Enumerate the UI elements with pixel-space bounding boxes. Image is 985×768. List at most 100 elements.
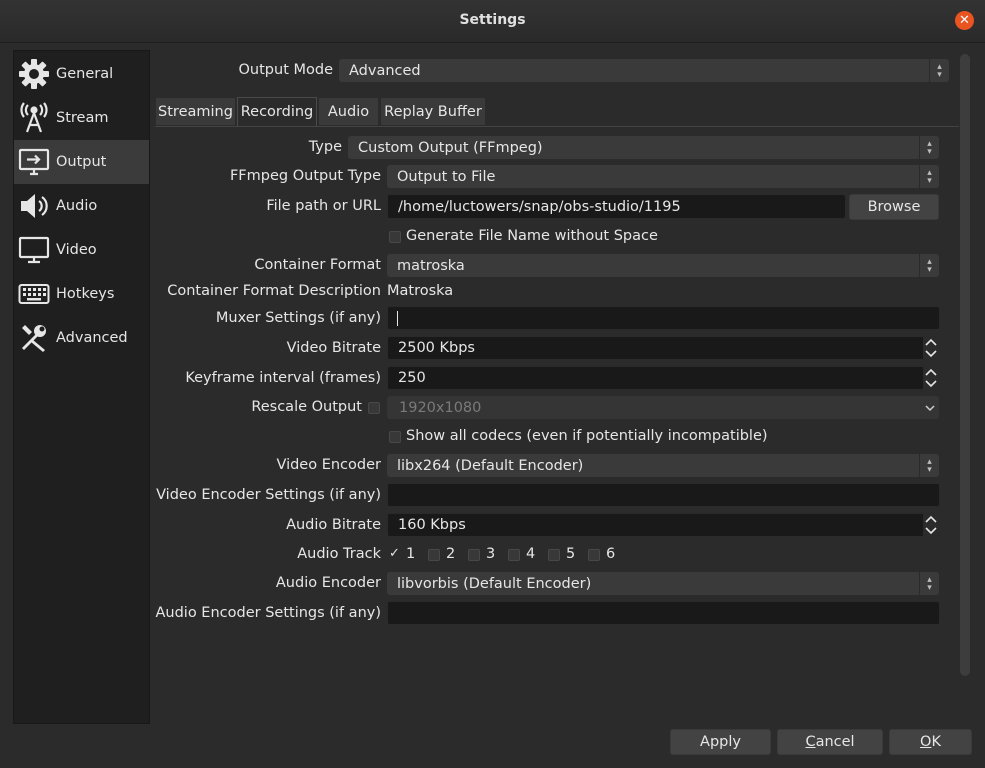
apply-button[interactable]: Apply	[670, 729, 771, 755]
speaker-icon	[17, 189, 51, 223]
video-bitrate-spinbox[interactable]: 2500 Kbps	[387, 336, 940, 360]
sidebar-item-hotkeys[interactable]: Hotkeys	[14, 272, 149, 316]
output-mode-select[interactable]: Advanced ▴ ▾	[339, 59, 949, 82]
audio-track-1-checkbox[interactable]: ✓	[389, 546, 400, 561]
chevron-updown-icon: ▴ ▾	[919, 572, 939, 595]
show-all-codecs-checkbox[interactable]	[389, 431, 401, 443]
video-bitrate-value: 2500 Kbps	[398, 340, 475, 356]
muxer-settings-input[interactable]	[387, 306, 940, 330]
tab-divider	[155, 126, 959, 127]
ok-button[interactable]: OK	[889, 729, 972, 755]
video-encoder-value: libx264 (Default Encoder)	[397, 457, 584, 474]
rescale-output-select[interactable]: 1920x1080	[387, 396, 939, 419]
audio-bitrate-label: Audio Bitrate	[286, 517, 381, 533]
chevron-updown-icon: ▴ ▾	[919, 165, 939, 188]
ffmpeg-output-type-label: FFmpeg Output Type	[229, 168, 381, 184]
type-label: Type	[308, 139, 342, 155]
type-value: Custom Output (FFmpeg)	[358, 139, 543, 156]
video-encoder-select[interactable]: libx264 (Default Encoder) ▴ ▾	[387, 454, 939, 477]
cancel-rest: ancel	[815, 734, 855, 750]
tab-streaming[interactable]: Streaming	[155, 97, 236, 126]
muxer-settings-label: Muxer Settings (if any)	[215, 310, 381, 326]
audio-track-5-label: 5	[566, 546, 576, 562]
video-encoder-label: Video Encoder	[276, 457, 381, 473]
chevron-updown-icon: ▴ ▾	[919, 454, 939, 477]
generate-name-label: Generate File Name without Space	[406, 228, 658, 244]
sidebar-item-audio[interactable]: Audio	[14, 184, 149, 228]
ok-rest: K	[931, 734, 941, 750]
audio-track-6-label: 6	[606, 546, 616, 562]
title-bar: Settings ✕	[0, 0, 985, 43]
video-encoder-settings-input[interactable]	[387, 483, 940, 507]
monitor-icon	[17, 233, 51, 267]
tab-audio[interactable]: Audio	[318, 97, 379, 126]
sidebar-item-general[interactable]: General	[14, 52, 149, 96]
sidebar-item-stream[interactable]: Stream	[14, 96, 149, 140]
browse-button[interactable]: Browse	[849, 194, 939, 220]
window-title: Settings	[459, 12, 526, 28]
audio-bitrate-spinbox[interactable]: 160 Kbps	[387, 513, 940, 537]
chevron-updown-icon: ▴ ▾	[919, 136, 939, 159]
sidebar-item-label: Audio	[56, 198, 98, 214]
audio-track-2-label: 2	[446, 546, 456, 562]
chevron-down-icon	[920, 396, 939, 419]
ffmpeg-output-type-value: Output to File	[397, 168, 496, 185]
antenna-icon	[17, 101, 51, 135]
audio-track-3-label: 3	[486, 546, 496, 562]
audio-encoder-value: libvorbis (Default Encoder)	[397, 575, 592, 592]
spin-arrows-icon[interactable]	[923, 514, 939, 536]
keyframe-interval-spinbox[interactable]: 250	[387, 366, 940, 390]
text-cursor	[397, 310, 398, 326]
show-all-codecs-label: Show all codecs (even if potentially inc…	[406, 428, 768, 444]
cancel-mnemonic: C	[805, 734, 816, 750]
audio-track-2-checkbox[interactable]	[428, 549, 440, 561]
sidebar-item-video[interactable]: Video	[14, 228, 149, 272]
sidebar-item-label: Video	[56, 242, 97, 258]
gear-icon	[17, 57, 51, 91]
video-bitrate-label: Video Bitrate	[286, 340, 381, 356]
container-format-select[interactable]: matroska ▴ ▾	[387, 254, 939, 277]
audio-track-4-label: 4	[526, 546, 536, 562]
keyframe-interval-value: 250	[398, 370, 426, 386]
rescale-output-label: Rescale Output	[251, 399, 362, 415]
video-encoder-settings-label: Video Encoder Settings (if any)	[156, 487, 381, 503]
file-path-input[interactable]: /home/luctowers/snap/obs-studio/1195	[387, 194, 846, 219]
rescale-output-checkbox[interactable]	[368, 402, 380, 414]
audio-encoder-select[interactable]: libvorbis (Default Encoder) ▴ ▾	[387, 572, 939, 595]
sidebar-item-advanced[interactable]: Advanced	[14, 316, 149, 360]
cancel-button[interactable]: Cancel	[777, 729, 883, 755]
sidebar-item-label: Stream	[56, 110, 109, 126]
sidebar-item-label: Advanced	[56, 330, 128, 346]
sidebar-item-label: Output	[56, 154, 107, 170]
container-desc-value: Matroska	[387, 283, 454, 299]
file-path-value: /home/luctowers/snap/obs-studio/1195	[398, 198, 681, 215]
ffmpeg-output-type-select[interactable]: Output to File ▴ ▾	[387, 165, 939, 188]
sidebar-item-output[interactable]: Output	[14, 140, 149, 184]
ok-mnemonic: O	[920, 734, 932, 750]
keyframe-interval-label: Keyframe interval (frames)	[185, 370, 381, 386]
output-mode-value: Advanced	[349, 62, 421, 79]
spin-arrows-icon[interactable]	[923, 367, 939, 389]
audio-encoder-settings-input[interactable]	[387, 601, 940, 625]
audio-track-6-checkbox[interactable]	[588, 549, 600, 561]
settings-sidebar: General Stream Output Audio Video Hotkey…	[13, 50, 150, 724]
file-path-label: File path or URL	[266, 198, 381, 214]
type-select[interactable]: Custom Output (FFmpeg) ▴ ▾	[348, 136, 939, 159]
close-icon[interactable]: ✕	[955, 11, 974, 30]
sidebar-item-label: Hotkeys	[56, 286, 115, 302]
audio-encoder-label: Audio Encoder	[275, 575, 381, 591]
tools-icon	[17, 321, 51, 355]
audio-track-5-checkbox[interactable]	[548, 549, 560, 561]
rescale-output-value: 1920x1080	[399, 399, 482, 416]
audio-track-label: Audio Track	[297, 546, 381, 562]
audio-track-3-checkbox[interactable]	[468, 549, 480, 561]
scrollbar[interactable]	[960, 54, 970, 676]
audio-encoder-settings-label: Audio Encoder Settings (if any)	[155, 605, 381, 621]
spin-arrows-icon[interactable]	[923, 337, 939, 359]
output-icon	[17, 145, 51, 179]
generate-name-checkbox[interactable]	[389, 231, 401, 243]
chevron-updown-icon: ▴ ▾	[929, 59, 949, 82]
tab-replay-buffer[interactable]: Replay Buffer	[380, 97, 486, 126]
tab-recording[interactable]: Recording	[237, 97, 317, 126]
audio-track-4-checkbox[interactable]	[508, 549, 520, 561]
